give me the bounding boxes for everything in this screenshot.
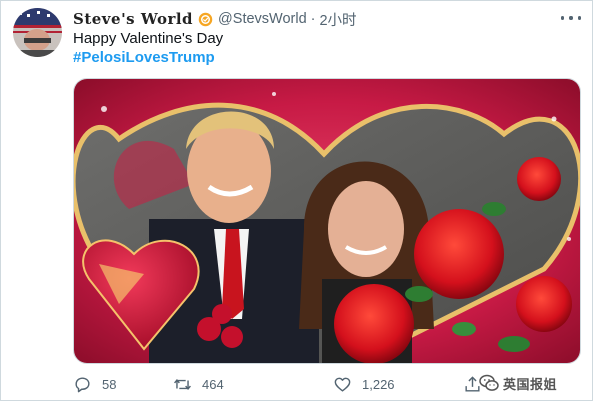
more-options-icon[interactable]	[561, 10, 581, 26]
watermark-text: 英国报姐	[503, 376, 558, 392]
tweet-text: Happy Valentine's Day	[73, 30, 224, 47]
user-handle[interactable]: @StevsWorld	[218, 11, 307, 27]
like-button[interactable]: 1,226	[333, 373, 395, 395]
retweet-count: 464	[202, 376, 224, 392]
heart-icon	[334, 377, 351, 392]
retweet-button[interactable]: 464	[173, 373, 224, 395]
wechat-logo-icon	[479, 374, 499, 391]
valentine-photo	[74, 79, 580, 363]
gear-badge-icon	[198, 12, 213, 27]
like-count: 1,226	[362, 376, 395, 392]
hashtag-link[interactable]: #PelosiLovesTrump	[73, 49, 215, 66]
tweet-header: Steve's World @StevsWorld · 2小时	[73, 9, 357, 29]
avatar[interactable]	[13, 8, 62, 57]
tweet-card: Steve's World @StevsWorld · 2小时 Happy Va…	[0, 0, 593, 401]
display-name[interactable]: Steve's World	[73, 10, 193, 28]
reply-icon	[75, 376, 90, 392]
retweet-icon	[174, 378, 191, 390]
watermark: 英国报姐	[479, 371, 557, 395]
timestamp[interactable]: 2小时	[319, 9, 356, 30]
separator-dot: ·	[310, 11, 316, 27]
reply-button[interactable]: 58	[73, 373, 116, 395]
tweet-image[interactable]	[73, 78, 581, 364]
reply-count: 58	[102, 376, 117, 392]
